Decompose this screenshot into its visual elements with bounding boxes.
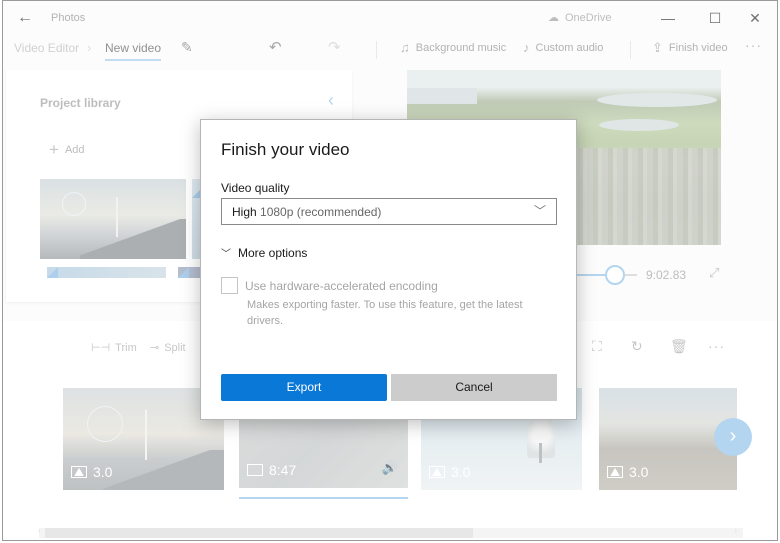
chevron-down-icon: ﹀	[221, 249, 231, 260]
hw-encoding-label: Use hardware-accelerated encoding	[245, 279, 438, 293]
video-quality-value: High 1080p (recommended)	[232, 205, 381, 219]
more-options-toggle[interactable]: ﹀ More options	[221, 245, 308, 261]
finish-video-dialog: Finish your video Video quality High 108…	[200, 119, 577, 420]
quality-sub: 1080p (recommended)	[260, 205, 382, 219]
dialog-title: Finish your video	[221, 140, 350, 159]
more-options-label: More options	[238, 245, 308, 260]
video-quality-select[interactable]: High 1080p (recommended) ﹀	[221, 198, 557, 225]
cancel-button[interactable]: Cancel	[391, 374, 557, 401]
hw-encoding-description: Makes exporting faster. To use this feat…	[247, 299, 523, 327]
chevron-down-icon: ﹀	[533, 204, 546, 218]
hw-encoding-checkbox[interactable]	[221, 277, 238, 294]
export-button[interactable]: Export	[221, 374, 387, 401]
video-quality-label: Video quality	[221, 181, 290, 195]
quality-main: High	[232, 205, 257, 219]
